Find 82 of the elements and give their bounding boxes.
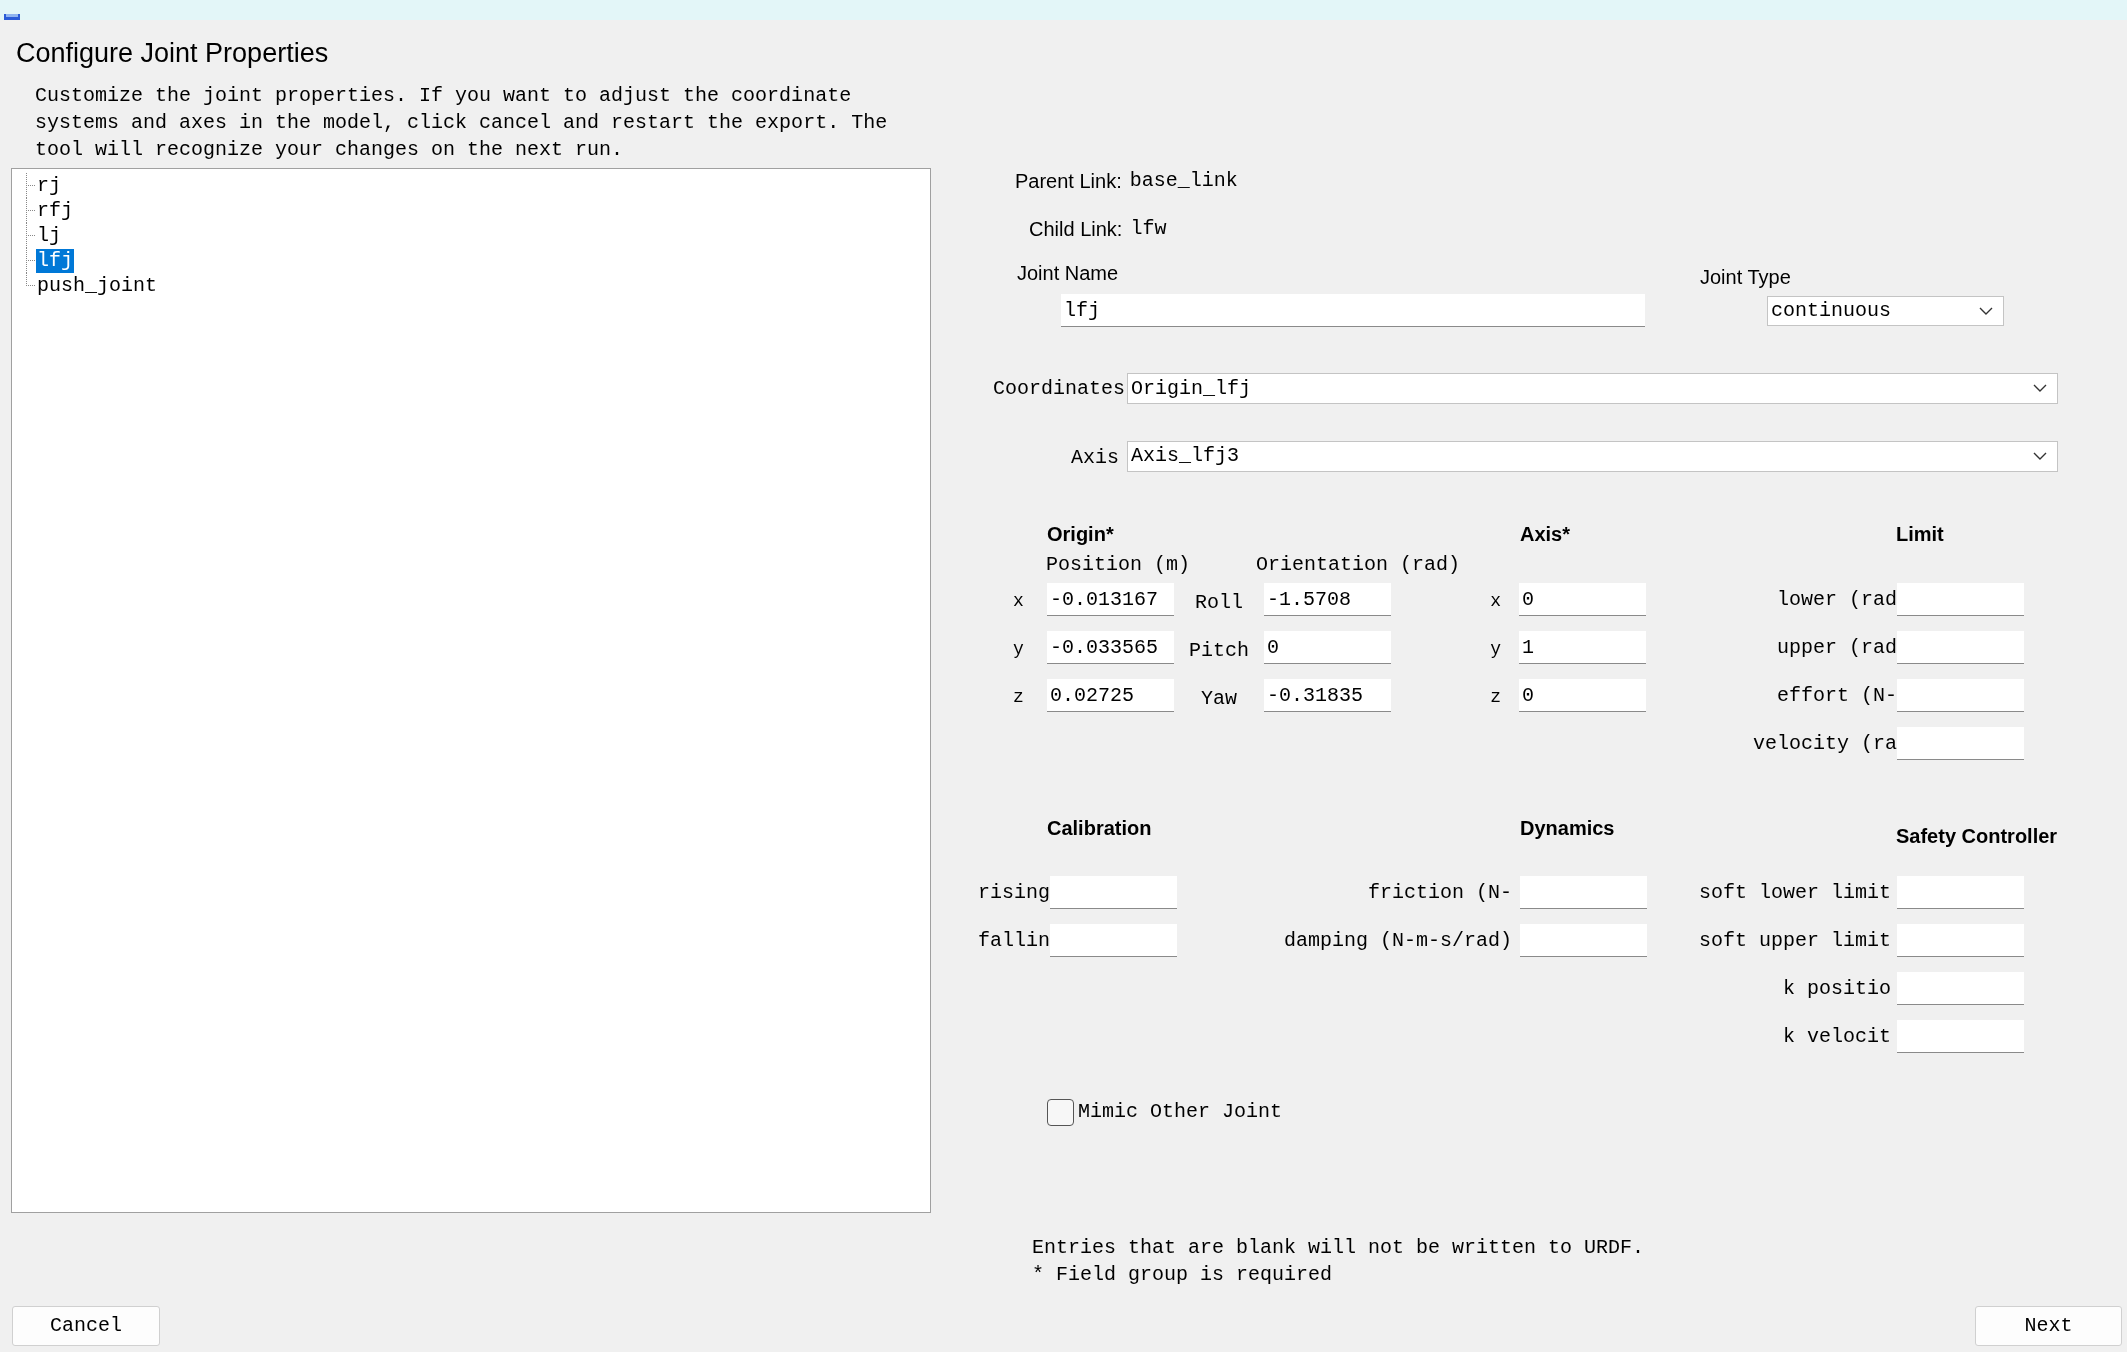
description-text: Customize the joint properties. If you want to adjust the coordinate systems and axes in the model, click cancel and restart the export. The tool will recognize your changes on the next run. (34, 83, 889, 163)
orientation-field[interactable]: 0 (1264, 631, 1391, 664)
tree-connector (26, 223, 36, 248)
limit-label: velocity (ra (1752, 730, 1897, 757)
position-field[interactable]: 0.02725 (1047, 679, 1174, 712)
axis-label: Axis (1071, 445, 1119, 471)
angle-label: Roll (1195, 589, 1243, 616)
calibration-field[interactable] (1050, 876, 1177, 909)
calibration-label: rising (978, 879, 1050, 906)
safety-label: soft lower limit (1698, 879, 1891, 906)
dynamics-field[interactable] (1520, 924, 1647, 957)
tree-connector (26, 198, 36, 223)
limit-field[interactable] (1897, 583, 2024, 616)
mimic-checkbox[interactable] (1047, 1098, 1074, 1126)
position-field[interactable]: -0.033565 (1047, 631, 1174, 664)
limit-label: effort (N- (1776, 682, 1897, 709)
orientation-label: Orientation (rad) (1256, 552, 1461, 578)
parent-link-label: Parent Link: (1015, 169, 1122, 194)
limit-label: upper (rad (1776, 634, 1897, 661)
axis-letter: y (1490, 638, 1501, 661)
joint-name-field[interactable]: lfj (1061, 294, 1645, 327)
orientation-field[interactable]: -0.31835 (1264, 679, 1391, 712)
calibration-field[interactable] (1050, 924, 1177, 957)
mimic-label: Mimic Other Joint (1078, 1099, 1283, 1125)
coordinates-label: Coordinates (992, 375, 1125, 402)
angle-label: Pitch (1189, 637, 1249, 664)
safety-label: soft upper limit (1698, 927, 1891, 954)
safety-field[interactable] (1897, 1020, 2024, 1053)
axis-field[interactable]: 0 (1519, 583, 1646, 616)
axis-dropdown[interactable]: Axis_lfj3 (1127, 440, 2058, 472)
safety-field[interactable] (1897, 876, 2024, 909)
chevron-down-icon (2033, 451, 2047, 461)
calibration-label: fallin (978, 927, 1050, 954)
page-heading: Configure Joint Properties (16, 36, 329, 70)
limit-label: lower (rad (1776, 586, 1897, 613)
position-label: Position (m) (1046, 553, 1191, 576)
tree-connector (26, 173, 36, 198)
axis-letter: x (1013, 590, 1024, 613)
app-icon (4, 14, 20, 20)
limit-field[interactable] (1897, 679, 2024, 712)
origin-heading: Origin* (1047, 523, 1114, 545)
axis-field[interactable]: 1 (1519, 631, 1646, 664)
position-field[interactable]: -0.013167 (1047, 583, 1174, 616)
axis-letter: y (1013, 638, 1024, 661)
child-link-label: Child Link: (1029, 217, 1123, 242)
axis-letter: z (1490, 686, 1501, 709)
coordinates-dropdown[interactable]: Origin_lfj (1127, 373, 2058, 404)
note-text: * Field group is required (1032, 1262, 1334, 1288)
dynamics-field[interactable] (1520, 876, 1647, 909)
safety-label: k velocit (1782, 1023, 1891, 1050)
joint-type-dropdown[interactable]: continuous (1767, 296, 2004, 326)
angle-label: Yaw (1201, 685, 1237, 712)
axis-letter: x (1490, 590, 1501, 613)
tree-item[interactable]: lj (36, 223, 62, 248)
tree-item[interactable]: rj (36, 173, 62, 198)
joint-type-label: Joint Type (1700, 265, 1791, 290)
limit-heading: Limit (1896, 522, 1944, 547)
calibration-heading: Calibration (1047, 817, 1152, 839)
limit-field[interactable] (1897, 631, 2024, 664)
axis-field[interactable]: 0 (1519, 679, 1646, 712)
tree-item[interactable]: rfj (36, 198, 74, 223)
limit-field[interactable] (1897, 727, 2024, 760)
cancel-button[interactable]: Cancel (12, 1306, 160, 1346)
safety-controller-heading: Safety Controller (1896, 825, 2058, 847)
note-text: Entries that are blank will not be written to URDF. (1032, 1235, 1646, 1261)
safety-field[interactable] (1897, 924, 2024, 957)
chevron-down-icon (2033, 384, 2047, 393)
dynamics-heading: Dynamics (1520, 817, 1615, 839)
next-button[interactable]: Next (1975, 1306, 2122, 1346)
orientation-field[interactable]: -1.5708 (1264, 583, 1391, 616)
tree-item[interactable]: push_joint (36, 273, 159, 298)
chevron-down-icon (1979, 306, 1993, 316)
safety-field[interactable] (1897, 972, 2024, 1005)
child-link-value: lfw (1130, 216, 1167, 242)
safety-label: k positio (1782, 975, 1891, 1002)
tree-item[interactable]: lfj (36, 248, 74, 273)
axis-heading: Axis* (1520, 523, 1571, 545)
dynamics-label: friction (N- (1367, 879, 1512, 906)
joint-name-label: Joint Name (1017, 261, 1119, 286)
parent-link-value: base_link (1129, 168, 1238, 194)
axis-letter: z (1013, 686, 1024, 709)
dynamics-label: damping (N-m-s/rad) (1283, 927, 1512, 954)
